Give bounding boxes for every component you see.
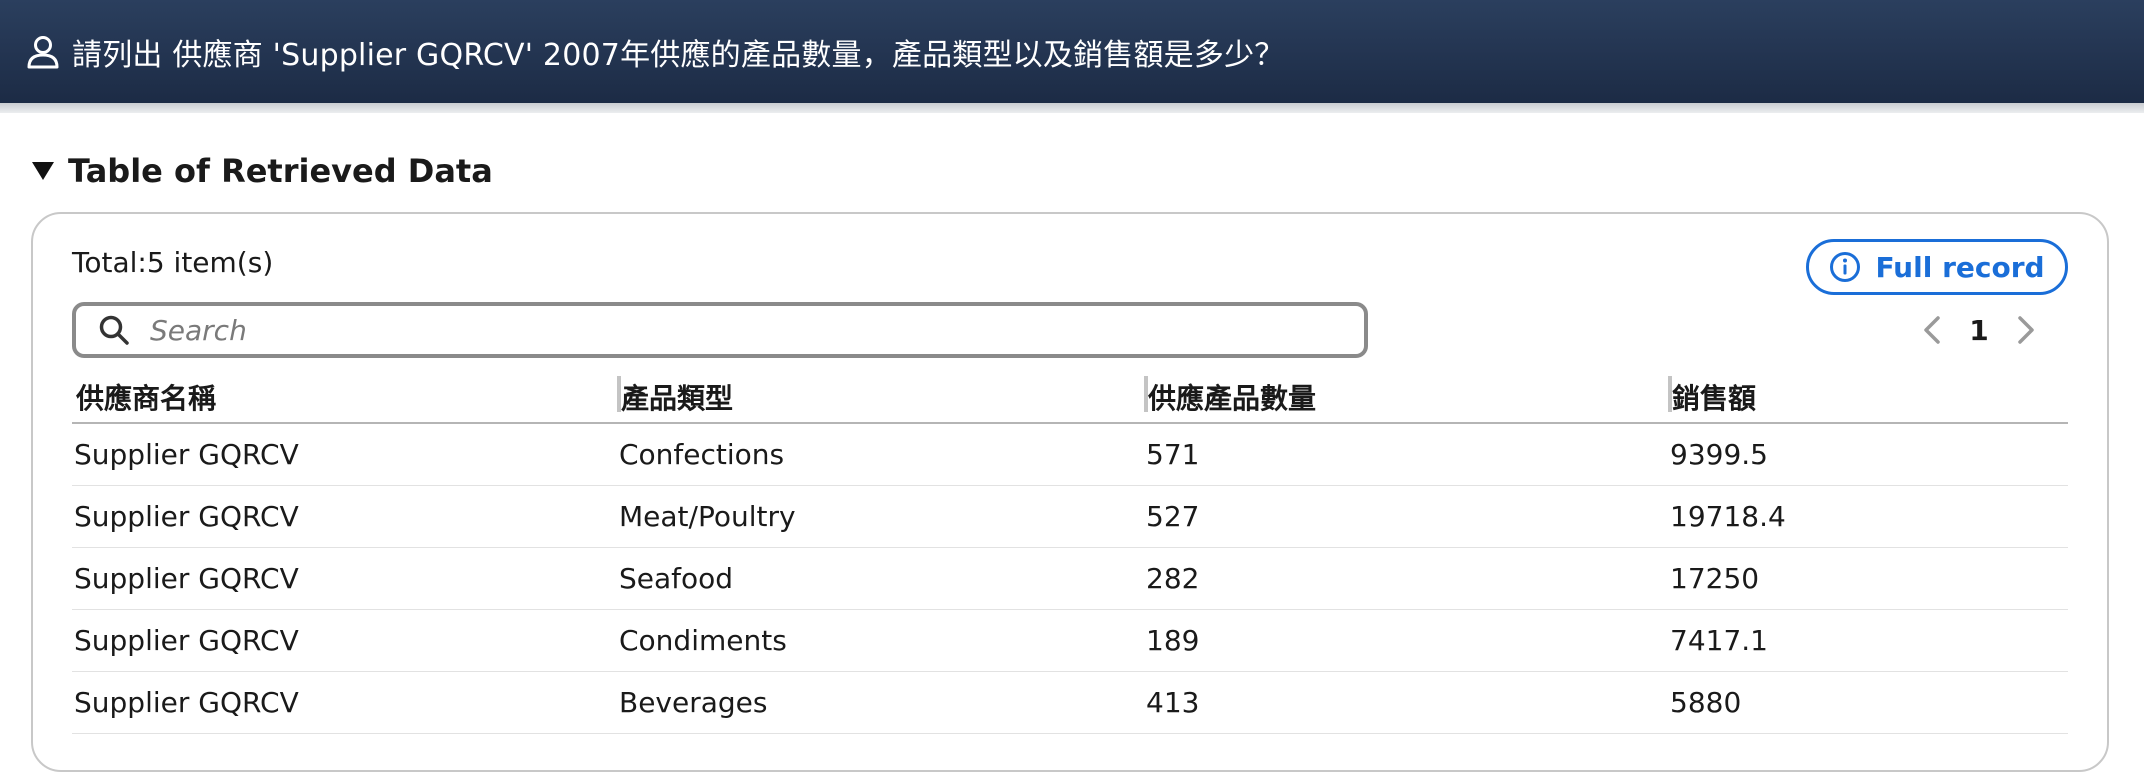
full-record-label: Full record xyxy=(1875,250,2045,284)
triangle-down-icon xyxy=(32,162,54,180)
question-banner: 請列出 供應商 'Supplier GQRCV' 2007年供應的產品數量，產品… xyxy=(0,0,2144,103)
column-header-product-type[interactable]: 產品類型 xyxy=(617,372,1144,424)
user-icon xyxy=(26,34,60,70)
cell-sales: 9399.5 xyxy=(1668,423,2068,486)
cell-supplier: Supplier GQRCV xyxy=(72,609,617,672)
current-page-number[interactable]: 1 xyxy=(1944,314,2014,347)
column-header-sales[interactable]: 銷售額 xyxy=(1668,372,2068,424)
chevron-left-icon[interactable] xyxy=(1920,312,1944,348)
retrieved-data-toggle[interactable]: Table of Retrieved Data xyxy=(32,152,493,190)
search-box[interactable] xyxy=(72,302,1368,358)
data-table: 供應商名稱 產品類型 供應產品數量 銷售額 Supplier GQRCV Con… xyxy=(72,372,2068,734)
cell-supplier: Supplier GQRCV xyxy=(72,423,617,486)
info-icon xyxy=(1829,251,1861,283)
table-row: Supplier GQRCV Confections 571 9399.5 xyxy=(72,423,2068,486)
table-row: Supplier GQRCV Meat/Poultry 527 19718.4 xyxy=(72,485,2068,548)
cell-product-type: Seafood xyxy=(617,547,1144,610)
column-header-quantity[interactable]: 供應產品數量 xyxy=(1144,372,1668,424)
cell-product-type: Condiments xyxy=(617,609,1144,672)
table-row: Supplier GQRCV Condiments 189 7417.1 xyxy=(72,609,2068,672)
cell-sales: 7417.1 xyxy=(1668,609,2068,672)
banner-divider xyxy=(0,103,2144,113)
table-row: Supplier GQRCV Seafood 282 17250 xyxy=(72,547,2068,610)
cell-sales: 5880 xyxy=(1668,671,2068,734)
cell-supplier: Supplier GQRCV xyxy=(72,671,617,734)
cell-quantity: 189 xyxy=(1144,609,1668,672)
pagination: 1 xyxy=(1920,312,2038,348)
chevron-right-icon[interactable] xyxy=(2014,312,2038,348)
cell-sales: 17250 xyxy=(1668,547,2068,610)
cell-supplier: Supplier GQRCV xyxy=(72,547,617,610)
cell-supplier: Supplier GQRCV xyxy=(72,485,617,548)
cell-product-type: Confections xyxy=(617,423,1144,486)
search-input[interactable] xyxy=(148,312,1332,348)
cell-quantity: 413 xyxy=(1144,671,1668,734)
total-count: Total:5 item(s) xyxy=(72,246,274,279)
cell-quantity: 527 xyxy=(1144,485,1668,548)
table-row: Supplier GQRCV Beverages 413 5880 xyxy=(72,671,2068,734)
cell-quantity: 282 xyxy=(1144,547,1668,610)
cell-product-type: Meat/Poultry xyxy=(617,485,1144,548)
column-header-supplier[interactable]: 供應商名稱 xyxy=(72,372,617,424)
cell-product-type: Beverages xyxy=(617,671,1144,734)
cell-quantity: 571 xyxy=(1144,423,1668,486)
cell-sales: 19718.4 xyxy=(1668,485,2068,548)
question-text: 請列出 供應商 'Supplier GQRCV' 2007年供應的產品數量，產品… xyxy=(72,37,1285,73)
section-title: Table of Retrieved Data xyxy=(68,152,493,190)
full-record-button[interactable]: Full record xyxy=(1806,239,2068,295)
search-icon xyxy=(98,314,130,346)
table-header-row: 供應商名稱 產品類型 供應產品數量 銷售額 xyxy=(72,372,2068,424)
